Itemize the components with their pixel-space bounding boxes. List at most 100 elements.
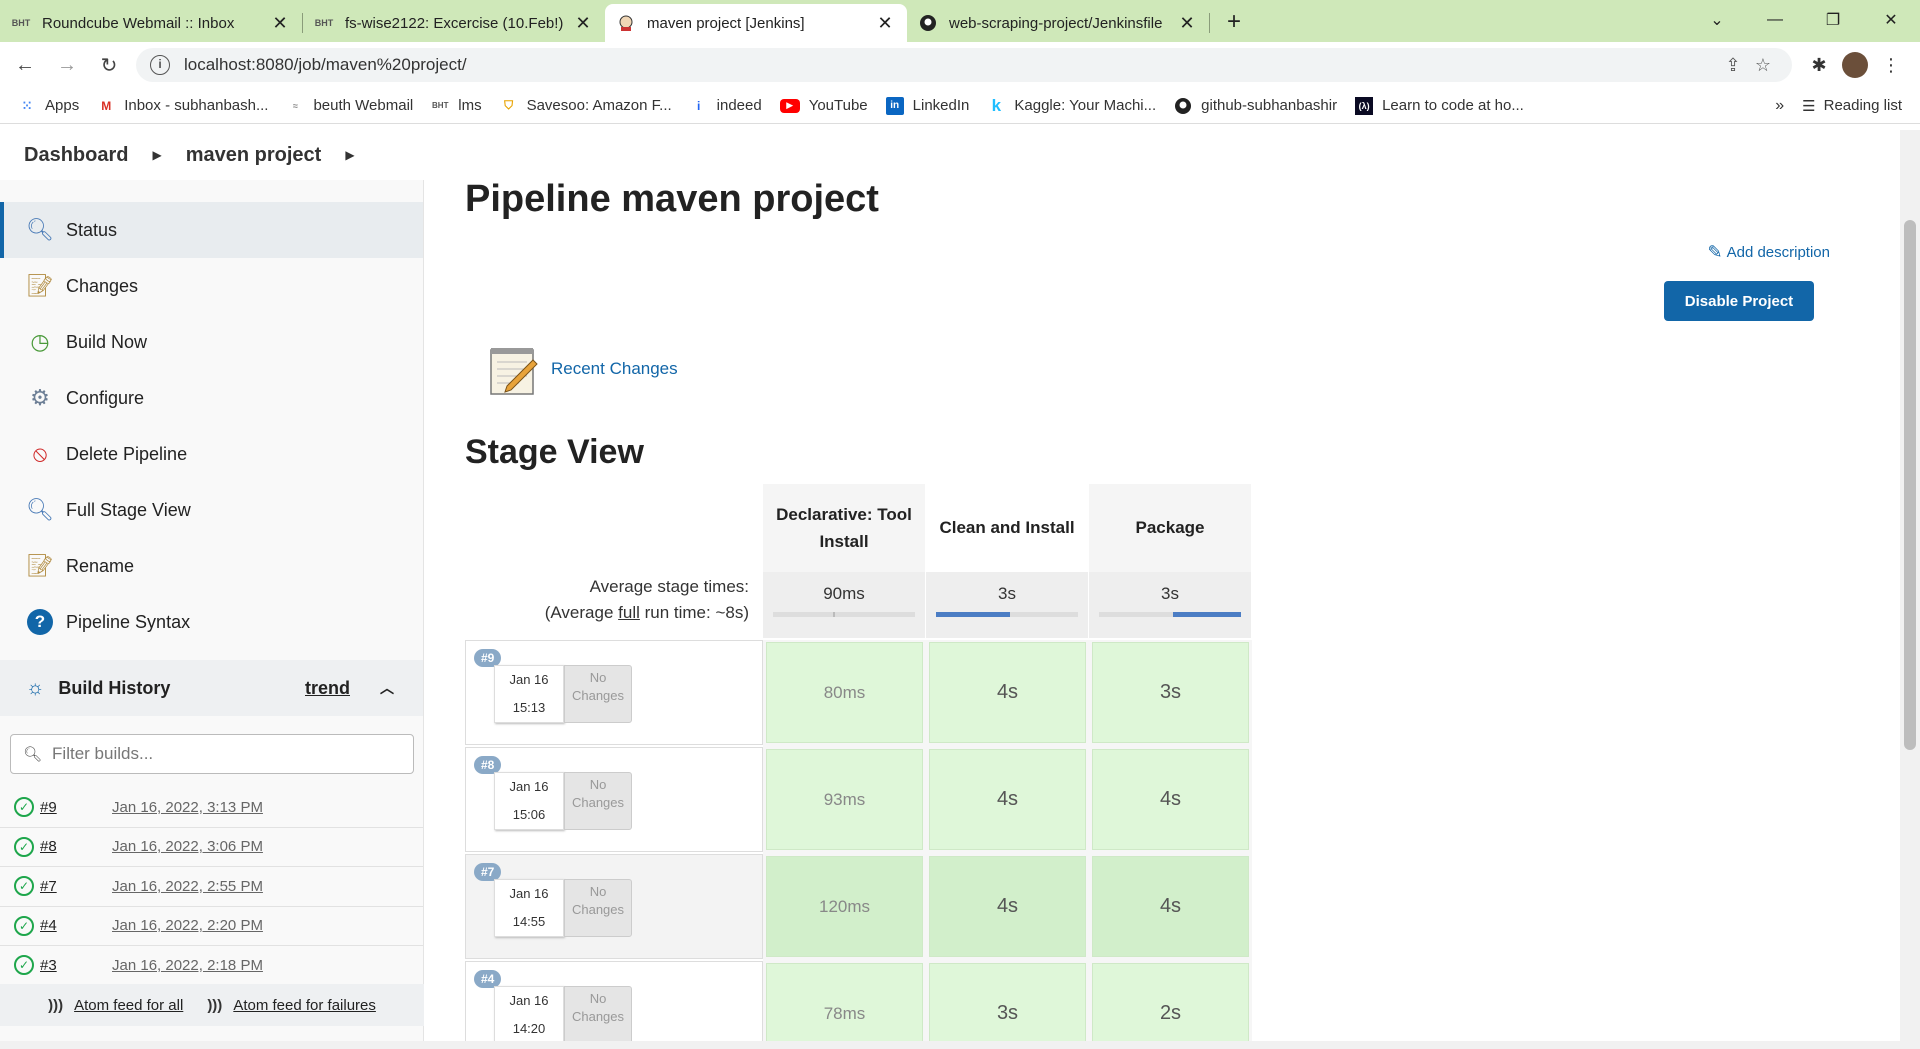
profile-avatar[interactable] (1842, 52, 1868, 78)
atom-feed-all[interactable]: ))) Atom feed for all (42, 997, 189, 1014)
page-scrollbar[interactable] (1900, 130, 1920, 1049)
build-changes[interactable]: No Changes (564, 772, 632, 830)
stage-cell[interactable]: 78ms (766, 963, 923, 1049)
build-number-link[interactable]: #9 (40, 799, 112, 816)
build-changes[interactable]: No Changes (564, 665, 632, 723)
build-changes[interactable]: No Changes (564, 879, 632, 937)
recent-changes[interactable]: Recent Changes (489, 342, 678, 396)
build-row-header[interactable]: #4 Jan 16 14:20 No Changes (465, 961, 763, 1049)
close-icon[interactable]: ✕ (573, 13, 593, 34)
build-date-link[interactable]: Jan 16, 2022, 2:18 PM (112, 957, 263, 974)
stage-cell[interactable]: 2s (1092, 963, 1249, 1049)
recent-changes-link[interactable]: Recent Changes (551, 359, 678, 379)
full-run-time-link[interactable]: full (618, 603, 640, 622)
filter-builds-input[interactable]: 🔍︎ Filter builds... (10, 734, 414, 774)
gear-icon: ⚙ (30, 385, 50, 410)
bookmark-youtube[interactable]: ▶ YouTube (779, 97, 868, 114)
build-number-link[interactable]: #3 (40, 957, 112, 974)
url-text[interactable]: localhost:8080/job/maven%20project/ (184, 55, 1718, 75)
build-number-link[interactable]: #7 (40, 878, 112, 895)
reload-icon[interactable]: ↻ (92, 48, 126, 82)
build-changes[interactable]: No Changes (564, 986, 632, 1044)
build-number-link[interactable]: #4 (40, 917, 112, 934)
browser-tab[interactable]: BHT Roundcube Webmail :: Inbox ✕ (0, 4, 302, 42)
bookmark-beuth[interactable]: ≈ beuth Webmail (286, 97, 413, 115)
restore-button[interactable]: ❐ (1804, 0, 1862, 40)
build-date-link[interactable]: Jan 16, 2022, 2:20 PM (112, 917, 263, 934)
chevron-up-icon[interactable]: ︿ (380, 678, 394, 698)
trend-link[interactable]: trend (305, 678, 350, 699)
bookmark-gmail[interactable]: M Inbox - subhanbash... (97, 97, 268, 115)
forward-icon[interactable]: → (50, 48, 84, 82)
stage-cell[interactable]: 93ms (766, 749, 923, 850)
new-tab-button[interactable]: + (1216, 4, 1252, 40)
build-date-link[interactable]: Jan 16, 2022, 2:55 PM (112, 878, 263, 895)
build-date-link[interactable]: Jan 16, 2022, 3:06 PM (112, 838, 263, 855)
reading-list-button[interactable]: ☰ Reading list (1802, 97, 1902, 115)
disable-project-button[interactable]: Disable Project (1664, 281, 1814, 321)
bookmark-freecodecamp[interactable]: (λ) Learn to code at ho... (1355, 96, 1524, 115)
sidebar-item-build-now[interactable]: ◷ Build Now (0, 314, 423, 370)
close-icon[interactable]: ✕ (875, 13, 895, 34)
success-check-icon: ✓ (14, 915, 34, 936)
stage-header: Clean and Install (926, 484, 1089, 572)
sidebar-item-full-stage-view[interactable]: 🔍︎ Full Stage View (0, 482, 423, 538)
sidebar-item-status[interactable]: 🔍︎ Status (0, 202, 423, 258)
breadcrumb-job[interactable]: maven project (186, 144, 322, 167)
stage-cell[interactable]: 80ms (766, 642, 923, 743)
stage-cell[interactable]: 4s (1092, 749, 1249, 850)
browser-toolbar: ← → ↻ i localhost:8080/job/maven%20proje… (0, 42, 1920, 88)
bookmark-star-icon[interactable]: ☆ (1748, 55, 1778, 76)
bookmark-lms[interactable]: BHT lms (431, 97, 482, 115)
average-time-bar (1099, 612, 1241, 617)
minimize-button[interactable]: — (1746, 0, 1804, 40)
build-row-header[interactable]: #8 Jan 16 15:06 No Changes (465, 747, 763, 852)
bookmark-linkedin[interactable]: in LinkedIn (885, 96, 969, 115)
share-icon[interactable]: ⇪ (1718, 55, 1748, 76)
stage-cell[interactable]: 120ms (766, 856, 923, 957)
build-date-link[interactable]: Jan 16, 2022, 3:13 PM (112, 799, 263, 816)
sidebar-item-rename[interactable]: 📝︎ Rename (0, 538, 423, 594)
scrollbar-thumb[interactable] (1904, 220, 1916, 750)
browser-tab[interactable]: web-scraping-project/Jenkinsfile ✕ (907, 4, 1209, 42)
bookmark-indeed[interactable]: i indeed (690, 97, 762, 115)
tab-search-icon[interactable]: ⌄ (1688, 0, 1746, 40)
site-info-icon[interactable]: i (150, 55, 170, 75)
bookmark-savesoo[interactable]: ⛉ Savesoo: Amazon F... (500, 97, 672, 115)
build-number-link[interactable]: #8 (40, 838, 112, 855)
build-row-header[interactable]: #7 Jan 16 14:55 No Changes (465, 854, 763, 959)
sidebar-item-pipeline-syntax[interactable]: ? Pipeline Syntax (0, 594, 423, 650)
average-time-bar (936, 612, 1078, 617)
bookmark-kaggle[interactable]: k Kaggle: Your Machi... (987, 96, 1157, 115)
build-history-title: Build History (58, 677, 171, 698)
stage-cell[interactable]: 4s (929, 749, 1086, 850)
extensions-icon[interactable]: ✱ (1802, 55, 1836, 76)
breadcrumb-chevron-icon[interactable]: ▶ (345, 148, 354, 162)
close-icon[interactable]: ✕ (1177, 13, 1197, 34)
browser-tab[interactable]: BHT fs-wise2122: Excercise (10.Feb!) ✕ (303, 4, 605, 42)
address-bar[interactable]: i localhost:8080/job/maven%20project/ ⇪ … (136, 48, 1792, 82)
bookmark-github[interactable]: github-subhanbashir (1174, 97, 1337, 115)
breadcrumb-dashboard[interactable]: Dashboard (24, 144, 128, 167)
browser-tab-active[interactable]: maven project [Jenkins] ✕ (605, 4, 907, 42)
close-window-button[interactable]: ✕ (1862, 0, 1920, 40)
stage-cell[interactable]: 3s (1092, 642, 1249, 743)
breadcrumb-chevron-icon[interactable]: ▶ (152, 148, 161, 162)
horizontal-scrollbar[interactable] (0, 1041, 1900, 1049)
stage-cell[interactable]: 4s (929, 856, 1086, 957)
add-description-link[interactable]: ✎ Add description (1708, 242, 1831, 263)
stage-cell[interactable]: 4s (929, 642, 1086, 743)
stage-cell[interactable]: 4s (1092, 856, 1249, 957)
back-icon[interactable]: ← (8, 48, 42, 82)
sidebar-item-delete-pipeline[interactable]: ⦸ Delete Pipeline (0, 426, 423, 482)
sidebar-item-changes[interactable]: 📝︎ Changes (0, 258, 423, 314)
bookmark-apps[interactable]: ⁙ Apps (18, 97, 79, 115)
build-row-header[interactable]: #9 Jan 16 15:13 No Changes (465, 640, 763, 745)
bookmarks-overflow-chevron[interactable]: » (1775, 97, 1784, 115)
close-icon[interactable]: ✕ (270, 13, 290, 34)
sidebar-item-configure[interactable]: ⚙ Configure (0, 370, 423, 426)
apps-grid-icon: ⁙ (21, 98, 33, 113)
atom-feed-failures[interactable]: ))) Atom feed for failures (201, 997, 382, 1014)
stage-cell[interactable]: 3s (929, 963, 1086, 1049)
menu-icon[interactable]: ⋮ (1874, 55, 1908, 76)
